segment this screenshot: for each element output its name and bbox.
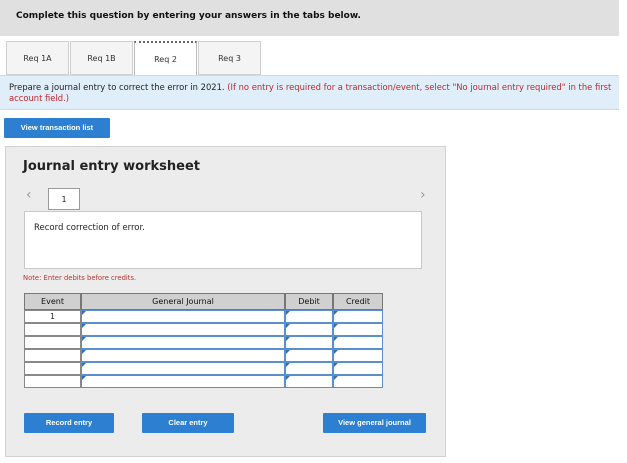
account-field[interactable] [81,336,285,349]
debit-field[interactable] [285,362,333,375]
journal-entry-worksheet: Journal entry worksheet ‹ 1 › Record cor… [5,146,446,457]
table-row-event [24,375,81,388]
worksheet-title: Journal entry worksheet [23,159,200,174]
debit-credit-note: Note: Enter debits before credits. [23,274,137,282]
column-header-event: Event [24,293,81,310]
table-row-event [24,349,81,362]
view-general-journal-button[interactable]: View general journal [323,413,426,433]
entry-description: Record correction of error. [34,223,145,233]
column-header-debit: Debit [285,293,333,310]
credit-field[interactable] [333,310,383,323]
debit-field[interactable] [285,336,333,349]
entry-description-box: Record correction of error. [24,211,422,269]
instruction-panel: Prepare a journal entry to correct the e… [0,75,619,110]
tab-req-1a[interactable]: Req 1A [6,41,69,75]
tab-req-2[interactable]: Req 2 [134,41,197,76]
chevron-left-icon[interactable]: ‹ [26,187,32,203]
instruction-main: Prepare a journal entry to correct the e… [9,82,225,92]
table-row-event: 1 [24,310,81,323]
account-field[interactable] [81,362,285,375]
table-row-event [24,362,81,375]
chevron-right-icon[interactable]: › [420,187,426,203]
debit-field[interactable] [285,323,333,336]
credit-field[interactable] [333,323,383,336]
credit-field[interactable] [333,375,383,388]
view-transaction-list-button[interactable]: View transaction list [4,118,110,138]
account-field[interactable] [81,310,285,323]
instruction-text: Prepare a journal entry to correct the e… [9,82,614,104]
top-bar: Complete this question by entering your … [0,0,619,36]
question-title: Complete this question by entering your … [16,11,361,21]
column-header-general-journal: General Journal [81,293,285,310]
table-row-event [24,323,81,336]
account-field[interactable] [81,349,285,362]
column-header-credit: Credit [333,293,383,310]
clear-entry-button[interactable]: Clear entry [142,413,234,433]
table-row-event [24,336,81,349]
credit-field[interactable] [333,362,383,375]
tab-req-3[interactable]: Req 3 [198,41,261,75]
credit-field[interactable] [333,349,383,362]
record-entry-button[interactable]: Record entry [24,413,114,433]
tab-req-1b[interactable]: Req 1B [70,41,133,75]
credit-field[interactable] [333,336,383,349]
debit-field[interactable] [285,310,333,323]
page-number: 1 [48,188,80,210]
debit-field[interactable] [285,349,333,362]
account-field[interactable] [81,375,285,388]
debit-field[interactable] [285,375,333,388]
account-field[interactable] [81,323,285,336]
